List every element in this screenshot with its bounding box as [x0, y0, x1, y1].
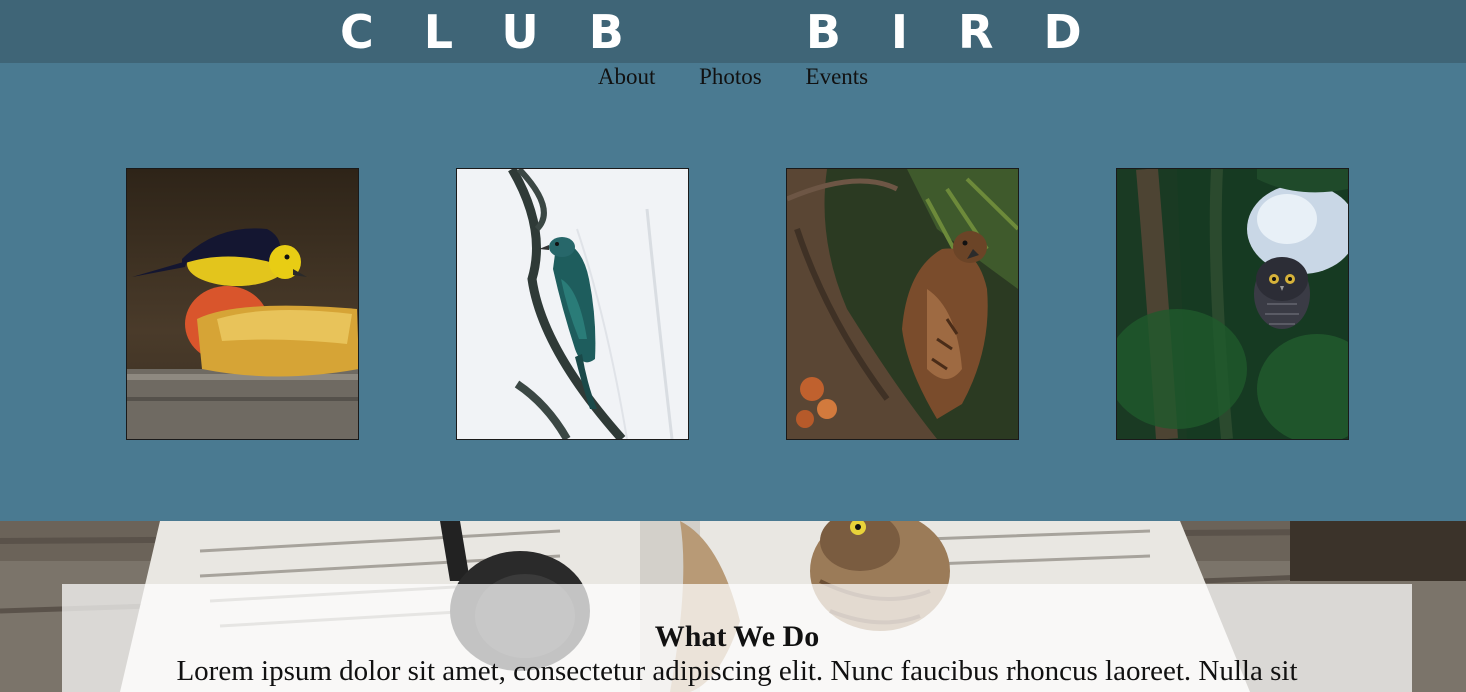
nav-link-photos[interactable]: Photos — [699, 63, 762, 91]
what-we-do-text: Lorem ipsum dolor sit amet, consectetur … — [176, 655, 1298, 687]
gallery-photo-hawk[interactable] — [786, 168, 1019, 440]
nav-link-events[interactable]: Events — [806, 63, 869, 91]
owl-image — [1117, 169, 1348, 439]
main-nav: About Photos Events — [0, 63, 1466, 93]
hawk-image — [787, 169, 1018, 439]
header-bar: CLUB BIRD — [0, 0, 1466, 63]
gallery-photo-songbird[interactable] — [126, 168, 359, 440]
what-we-do-heading: What We Do — [654, 620, 820, 653]
photo-gallery — [0, 168, 1466, 440]
what-we-do-panel: What We Do Lorem ipsum dolor sit amet, c… — [62, 584, 1412, 692]
songbird-image — [127, 169, 358, 439]
nav-link-about[interactable]: About — [598, 63, 656, 91]
site-title: CLUB BIRD — [340, 5, 1132, 59]
cuckoo-image — [457, 169, 688, 439]
gallery-photo-owl[interactable] — [1116, 168, 1349, 440]
gallery-photo-cuckoo[interactable] — [456, 168, 689, 440]
